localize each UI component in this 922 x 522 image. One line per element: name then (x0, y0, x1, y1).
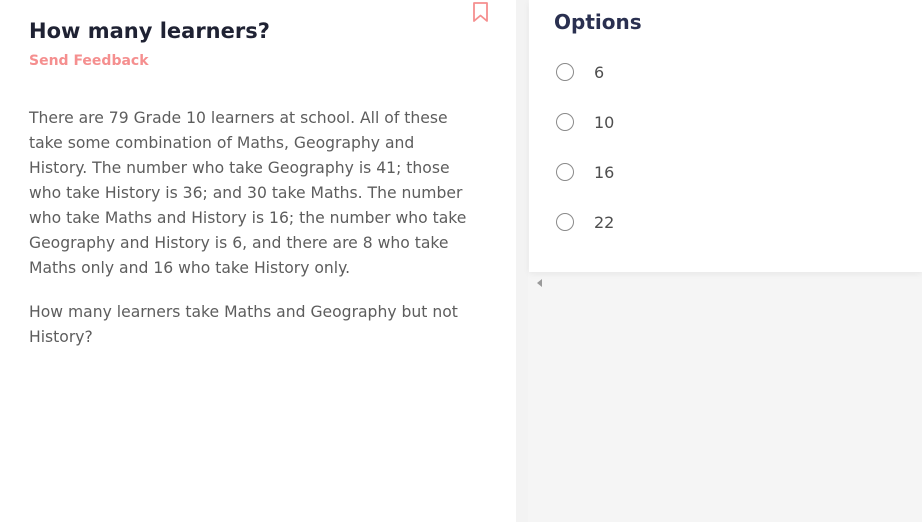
option-item[interactable]: 16 (556, 161, 896, 185)
bookmark-icon[interactable] (471, 1, 490, 23)
send-feedback-link[interactable]: Send Feedback (29, 52, 149, 70)
question-prompt: How many learners take Maths and Geograp… (29, 303, 458, 346)
scroll-left-arrow-icon[interactable] (537, 279, 542, 287)
options-panel: Options 6 10 16 22 (529, 0, 922, 272)
radio-button[interactable] (556, 113, 574, 131)
option-label: 22 (594, 213, 615, 232)
option-item[interactable]: 10 (556, 111, 896, 135)
radio-button[interactable] (556, 213, 574, 231)
question-paragraph: There are 79 Grade 10 learners at school… (29, 109, 467, 277)
option-item[interactable]: 6 (556, 61, 896, 85)
options-title: Options (554, 10, 642, 34)
radio-button[interactable] (556, 163, 574, 181)
question-panel: How many learners? Send Feedback There a… (0, 0, 516, 522)
radio-button[interactable] (556, 63, 574, 81)
question-title: How many learners? (29, 19, 270, 43)
option-label: 16 (594, 163, 615, 182)
question-body: There are 79 Grade 10 learners at school… (29, 106, 469, 369)
option-item[interactable]: 22 (556, 211, 896, 235)
option-label: 10 (594, 113, 615, 132)
option-label: 6 (594, 63, 605, 82)
panel-divider (516, 0, 528, 522)
